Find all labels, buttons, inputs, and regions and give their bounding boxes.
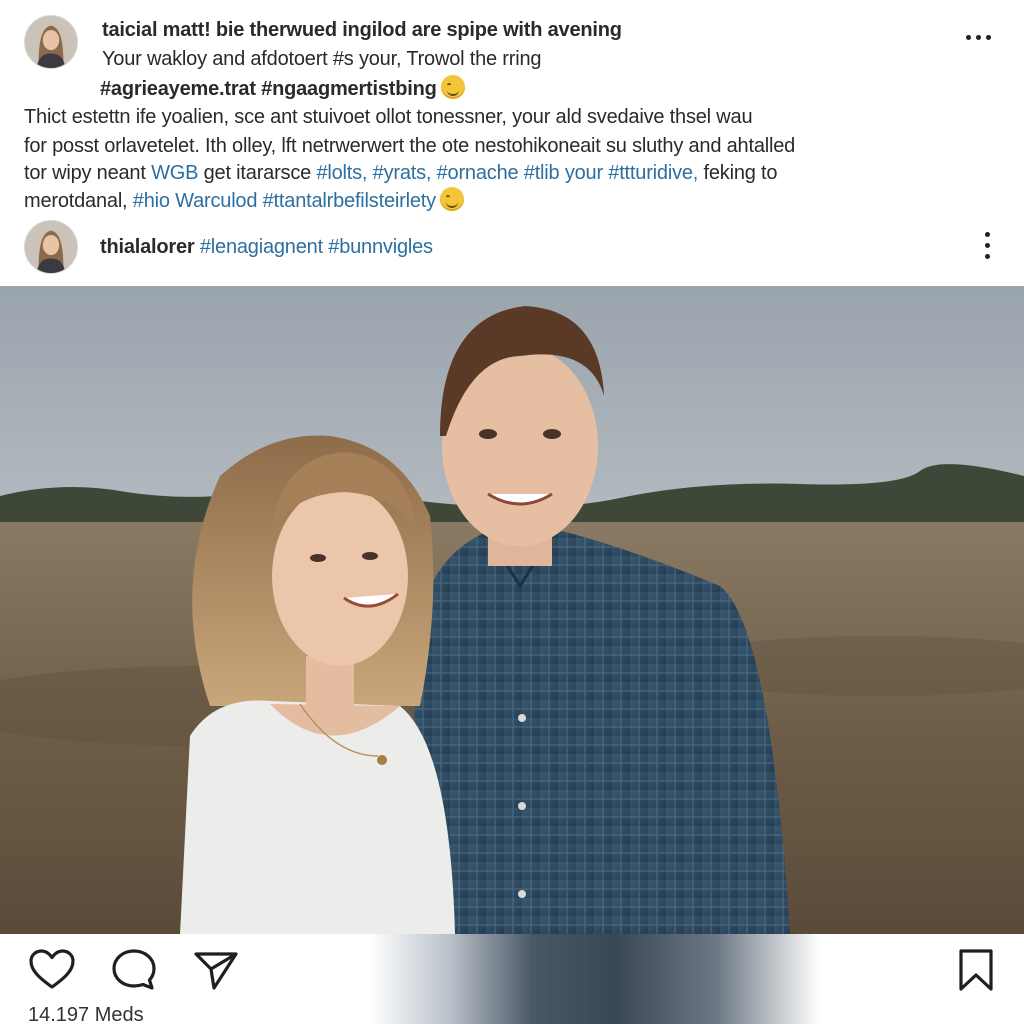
more-vertical-icon[interactable] [982,232,992,262]
grinning-face-emoji-icon [440,75,465,99]
heart-icon[interactable] [28,948,76,990]
caption-text: for posst orlavetelet. Ith olley, lft ne… [24,135,796,157]
caption-line: Thict estettn ife yoalien, sce ant stuiv… [24,104,753,130]
post-header: taicial matt! bie therwued ingilod are s… [0,0,1024,286]
caption-line: for posst orlavetelet. Ith olley, lft ne… [24,133,795,159]
paper-plane-icon[interactable] [192,948,240,992]
author-hashtags[interactable]: #lenagiagnent #bunnvigles [200,236,433,258]
caption-line: Your wakloy and afdotoert #s your, Trowo… [102,46,542,72]
caption-text: Thict estettn ife yoalien, sce ant stuiv… [24,106,753,128]
caption-text: taicial matt! bie therwued ingilod are s… [102,19,622,41]
more-horizontal-icon[interactable] [966,30,994,44]
comment-icon[interactable] [110,947,158,991]
caption-text: tor wipy neant [24,162,146,184]
caption-line: tor wipy neant WGB get itararsce #lolts,… [24,160,778,186]
caption-line: #agrieayeme.trat #ngaagmertistbing [100,75,465,102]
caption-text: merotdanal, [24,190,128,212]
caption-hashtags[interactable]: #lolts, #yrats, #ornache #tlib your #ttt… [316,162,698,184]
caption-text: get itararsce [203,162,312,184]
caption-line: taicial matt! bie therwued ingilod are s… [102,17,622,43]
couple-photo-image [0,286,1024,934]
caption-hashtag[interactable]: WGB [151,162,198,184]
grinning-face-emoji-icon [439,187,464,211]
likes-count[interactable]: 14.197 Meds [28,1004,144,1024]
caption-line: merotdanal, #hio Warculod #ttantalrbefil… [24,187,464,214]
caption-text: Your wakloy and afdotoert #s your, Trowo… [102,48,542,70]
caption-hashtags[interactable]: #hio Warculod #ttantalrbefilsteirlety [133,190,436,212]
post-author-row: thialalorer #lenagiagnent #bunnvigles [100,234,433,260]
post-photo[interactable] [0,286,1024,934]
post-action-bar: 14.197 Meds [0,934,1024,1024]
bookmark-icon[interactable] [956,948,996,992]
avatar[interactable] [24,220,78,274]
caption-text: feking to [703,162,778,184]
avatar[interactable] [24,15,78,69]
avatar-portrait [25,221,77,273]
avatar-portrait [25,16,77,68]
username-link[interactable]: thialalorer [100,236,195,258]
caption-hashtags[interactable]: #agrieayeme.trat #ngaagmertistbing [100,78,437,100]
